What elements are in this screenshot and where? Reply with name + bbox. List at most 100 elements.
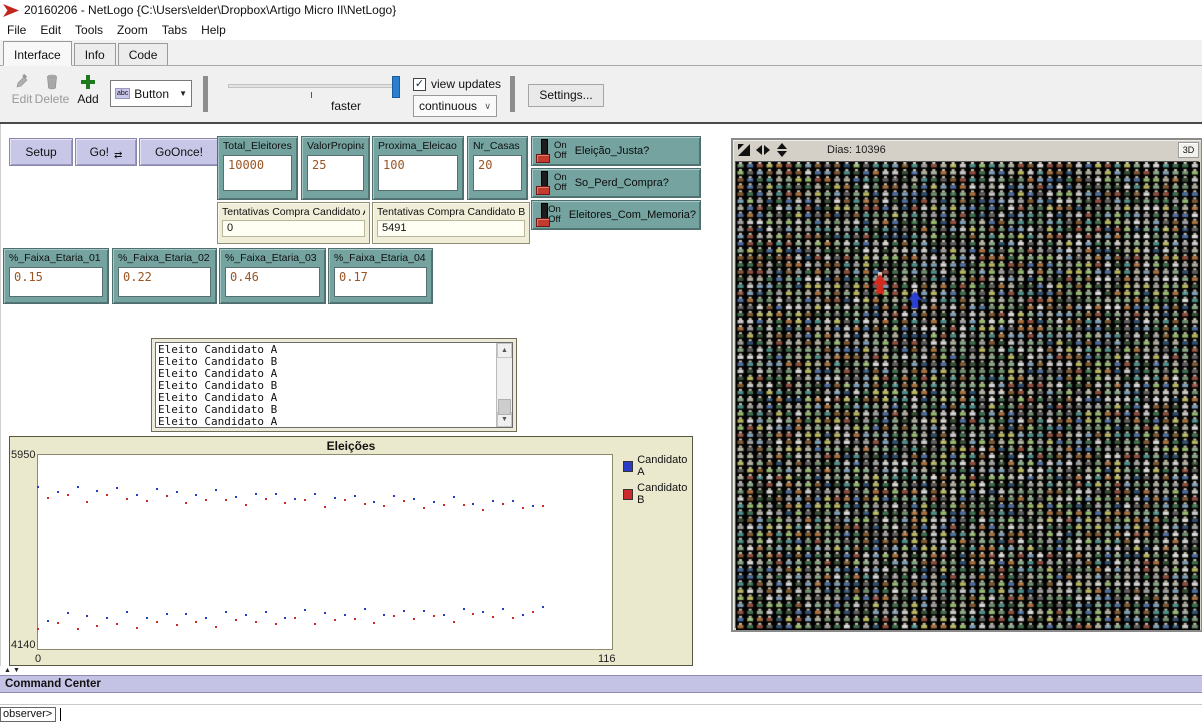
forever-icon: ⇄ [114,150,122,161]
plot-point [334,497,336,499]
world-view[interactable] [735,161,1199,628]
switch-eleitores-com-memoria[interactable]: OnOff Eleitores_Com_Memoria? [531,200,701,230]
monitor-label: Tentativas Compra Candidato B [377,206,525,218]
menu-item-file[interactable]: File [0,21,33,39]
plot-point [265,611,267,613]
command-input[interactable] [61,706,1202,722]
input-field[interactable]: 0.15 [9,267,103,297]
monitor-tentativas-a: Tentativas Compra Candidato A 0 [217,202,370,244]
view-3d-button[interactable]: 3D [1178,142,1199,158]
menu-item-zoom[interactable]: Zoom [110,21,155,39]
plot-point [185,502,187,504]
widget-type-dropdown[interactable]: abc Button ▼ [110,80,192,107]
switch-eleicao-justa[interactable]: OnOff Eleição_Justa? [531,136,701,166]
scroll-up-icon[interactable]: ▲ [497,343,512,358]
tab-code[interactable]: Code [118,43,169,65]
vertical-wrap-icon[interactable] [775,142,789,158]
legend-swatch [623,489,633,500]
plot-legend: Candidato A Candidato B [623,454,692,510]
speed-slider-handle[interactable] [392,76,400,98]
plot-point [185,613,187,615]
plot-point [57,622,59,624]
plot-point [86,615,88,617]
origin-resize-icon[interactable] [737,143,751,157]
switch-toggle[interactable] [536,139,552,163]
setup-button[interactable]: Setup [9,138,73,166]
plot-point [205,617,207,619]
input-label: Nr_Casas [473,140,522,152]
input-faixa-etaria-01: %_Faixa_Etaria_01 0.15 [3,248,109,304]
plot-point [136,627,138,629]
add-widget-button[interactable]: Add [68,74,108,106]
monitor-value: 5491 [377,220,525,237]
command-center-prompt-row: observer> [0,705,1202,723]
input-field[interactable]: 0.46 [225,267,320,297]
monitor-label: Tentativas Compra Candidato A [222,206,365,218]
plot-point [403,610,405,612]
go-once-button[interactable]: GoOnce! [139,138,219,166]
input-field[interactable]: 10000 [223,155,292,191]
switch-label: Eleição_Justa? [575,145,650,157]
plot-point [294,617,296,619]
plot-point [413,498,415,500]
plot-point [176,491,178,493]
world-view-canvas[interactable] [736,162,1200,630]
input-field[interactable]: 0.22 [118,267,211,297]
plot-point [284,617,286,619]
plot-point [383,505,385,507]
speed-slider-track[interactable] [228,84,398,88]
plot-area [37,454,613,650]
netlogo-logo-icon [3,4,19,17]
view-updates-checkbox[interactable]: ✓ [413,78,426,91]
plot-point [57,491,59,493]
plot-point [235,619,237,621]
legend-label: Candidato B [637,482,692,506]
menu-item-tabs[interactable]: Tabs [155,21,194,39]
tab-info[interactable]: Info [74,43,116,65]
delete-widget-button[interactable]: Delete [32,74,72,106]
splitter-handle[interactable]: ▲ ▼ [0,666,1202,675]
plot-point [166,495,168,497]
x-axis-max-label: 116 [598,653,616,665]
menu-item-help[interactable]: Help [194,21,233,39]
go-button[interactable]: Go! ⇄ [75,138,137,166]
plot-point [77,628,79,630]
plot-point [255,621,257,623]
menu-item-edit[interactable]: Edit [33,21,68,39]
menu-item-tools[interactable]: Tools [68,21,110,39]
view-updates-row: ✓ view updates [413,77,501,91]
switch-toggle[interactable] [536,203,546,227]
plot-point [156,621,158,623]
split-down-icon[interactable]: ▼ [13,667,20,674]
plot-point [383,614,385,616]
switch-label: Eleitores_Com_Memoria? [569,209,696,221]
switch-so-perd-compra[interactable]: OnOff So_Perd_Compra? [531,168,701,198]
switch-toggle[interactable] [536,171,552,195]
input-field[interactable]: 20 [473,155,522,191]
input-field[interactable]: 0.17 [334,267,427,297]
plot-point [364,503,366,505]
toolbar-separator [510,76,515,112]
y-axis-min-label: 4140 [11,639,35,651]
plot-point [433,615,435,617]
plot-point [314,623,316,625]
output-scrollbar[interactable]: ▲ ▼ [496,343,512,427]
scroll-thumb[interactable] [498,399,511,415]
input-field[interactable]: 25 [307,155,364,191]
plot-point [314,493,316,495]
plot-point [106,494,108,496]
horizontal-wrap-icon[interactable] [755,143,771,157]
input-proxima-eleicao: Proxima_Eleicao 100 [372,136,464,200]
split-up-icon[interactable]: ▲ [4,667,11,674]
tab-interface[interactable]: Interface [3,41,72,66]
plot-point [245,614,247,616]
settings-button[interactable]: Settings... [528,84,604,107]
input-field[interactable]: 100 [378,155,458,191]
update-mode-value: continuous [419,99,477,113]
world-view-widget: Dias: 10396 3D [731,138,1202,632]
plot-point [77,486,79,488]
plot-eleicoes: Eleições 5950 4140 0 116 Candidato A Can… [9,436,693,666]
update-mode-dropdown[interactable]: continuous ∨ [413,95,497,117]
interface-toolbar: Edit Delete Add abc Button ▼ faster ✓ vi… [0,66,1202,124]
plot-point [37,628,39,630]
